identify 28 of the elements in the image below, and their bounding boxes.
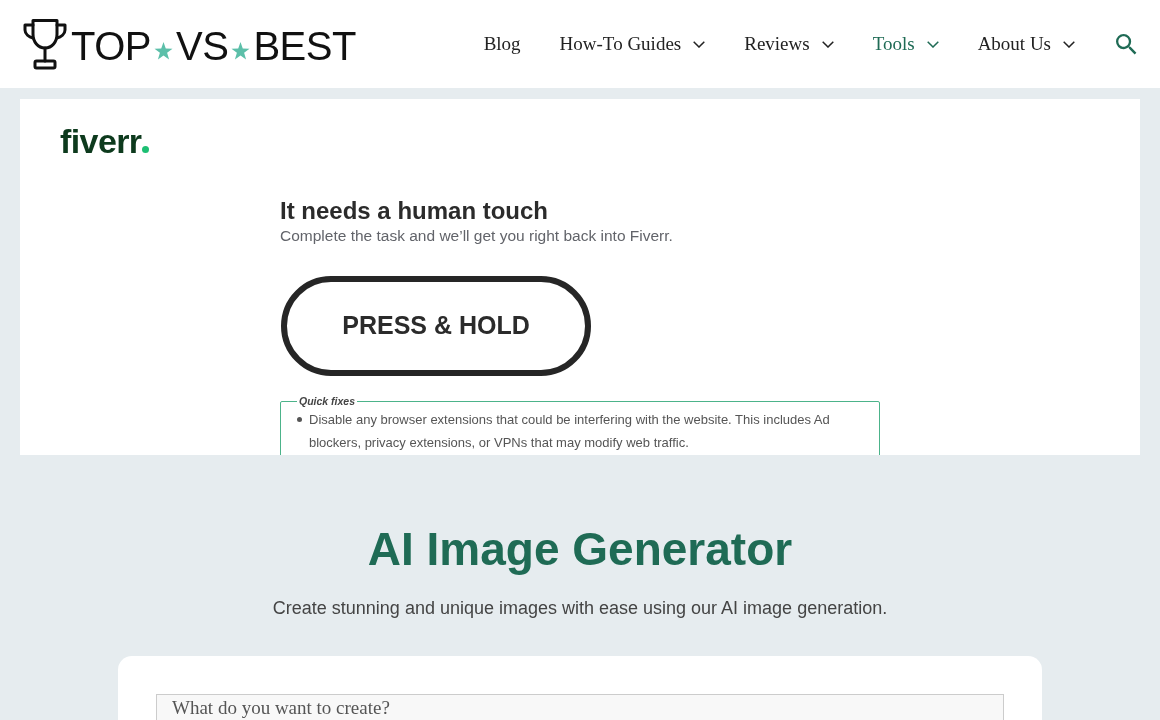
bullet-icon bbox=[297, 417, 302, 422]
search-button[interactable] bbox=[1115, 33, 1137, 55]
nav-link[interactable]: How-To Guides bbox=[559, 30, 706, 59]
trophy-icon bbox=[22, 17, 68, 70]
nav-link[interactable]: Blog bbox=[483, 30, 521, 59]
search-icon bbox=[1115, 33, 1137, 55]
prompt-field[interactable]: What do you want to create? bbox=[156, 694, 1004, 720]
chevron-down-icon bbox=[1063, 41, 1075, 48]
nav-link[interactable]: Reviews bbox=[744, 30, 834, 59]
logo-text: TOP bbox=[71, 25, 151, 66]
star-icon bbox=[154, 41, 173, 60]
dot-icon bbox=[142, 146, 150, 153]
captcha-subtitle: Complete the task and we’ll get you right back into Fiverr. bbox=[280, 226, 673, 246]
section-subtitle: Create stunning and unique images with ease using our AI image generation. bbox=[272, 597, 888, 619]
logo-text: VS bbox=[176, 25, 229, 66]
box-legend: Quick fixes bbox=[297, 394, 358, 408]
chevron-down-icon bbox=[821, 41, 834, 48]
captcha-title: It needs a human touch bbox=[280, 198, 549, 224]
chevron-down-icon bbox=[693, 41, 706, 48]
chevron-down-icon bbox=[926, 41, 939, 48]
logo-text: BEST bbox=[253, 25, 356, 66]
nav-link[interactable]: Tools bbox=[872, 30, 939, 59]
section-title: AI Image Generator bbox=[367, 523, 793, 575]
brand-logo-text: fiverr bbox=[60, 125, 142, 157]
press-and-hold-button[interactable]: PRESS & HOLD bbox=[281, 276, 591, 376]
nav-link[interactable]: About Us bbox=[977, 30, 1075, 59]
list-item-text: Disable any browser extensions that could be interfering with the website. This includes Ad blockers, privacy extensions, or VPNs that may modify web traffic. bbox=[309, 411, 831, 452]
star-icon bbox=[231, 41, 251, 60]
